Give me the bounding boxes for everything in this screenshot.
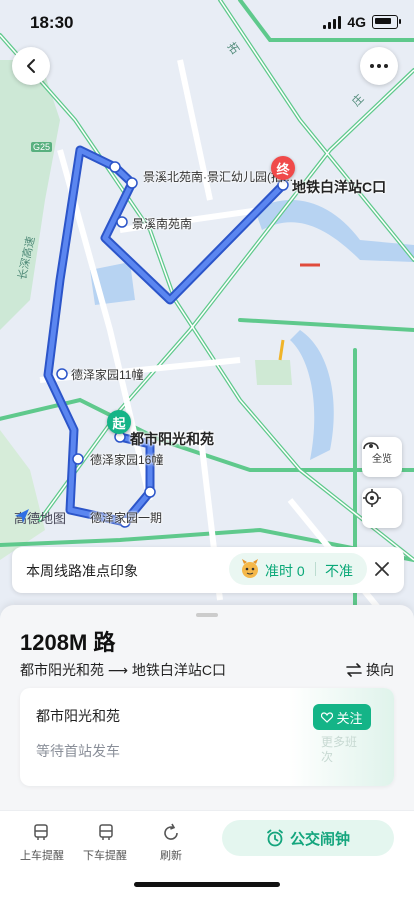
board-alert-label: 上车提醒	[20, 850, 64, 862]
stop-label-jingxi-south[interactable]: 景溪南苑南	[132, 215, 192, 232]
late-option[interactable]: 不准	[325, 561, 353, 581]
amap-logo-icon	[15, 509, 29, 523]
back-button[interactable]	[12, 47, 50, 85]
on-time-option[interactable]: 准时 0	[265, 561, 305, 581]
status-time: 18:30	[30, 13, 74, 32]
swap-label: 换向	[366, 662, 394, 678]
alight-alert-button[interactable]: 下车提醒	[75, 823, 135, 863]
map-view[interactable]: 景溪北苑南·景汇幼儿园(招... 景溪南苑南 地铁白洋站C口 德泽家园11幢 都…	[0, 0, 414, 610]
route-direction: 都市阳光和苑 ⟶ 地铁白洋站C口	[20, 660, 226, 680]
locate-icon	[363, 489, 381, 507]
end-marker[interactable]: 终	[271, 156, 295, 180]
punctuality-rating-bar: 本周线路准点印象 准时 0 不准	[12, 547, 404, 593]
refresh-icon	[164, 823, 178, 840]
route-to: 地铁白洋站C口	[131, 662, 226, 678]
status-indicators: 4G	[323, 14, 401, 30]
board-alert-button[interactable]: 上车提醒	[12, 823, 72, 863]
bus-alarm-label: 公交闹钟	[289, 830, 350, 848]
refresh-button[interactable]: 刷新	[141, 823, 201, 863]
heart-icon	[321, 711, 334, 723]
close-icon[interactable]	[372, 559, 392, 579]
panorama-icon	[363, 442, 379, 450]
home-indicator[interactable]	[134, 882, 280, 887]
refresh-label: 刷新	[160, 850, 182, 862]
divider	[315, 562, 316, 576]
rating-pill: 准时 0 不准	[229, 553, 367, 585]
current-stop: 都市阳光和苑	[36, 708, 120, 724]
rating-title: 本周线路准点印象	[26, 563, 138, 579]
follow-label: 关注	[336, 710, 363, 726]
swap-icon	[346, 663, 362, 677]
route-name: 1208M 路	[20, 630, 116, 655]
mascot-icon	[242, 559, 258, 578]
more-dots-icon	[370, 64, 388, 68]
stop-label-start[interactable]: 都市阳光和苑	[130, 429, 214, 449]
highway-shield: G25	[31, 142, 53, 152]
alarm-clock-icon	[267, 829, 283, 847]
start-marker[interactable]: 起	[107, 410, 131, 434]
swap-direction-button[interactable]: 换向	[346, 660, 394, 680]
drag-handle[interactable]	[196, 613, 218, 617]
bus-board-icon	[34, 824, 48, 840]
stop-label-end[interactable]: 地铁白洋站C口	[292, 177, 386, 197]
bus-alarm-button[interactable]: 公交闹钟	[222, 820, 394, 856]
route-from: 都市阳光和苑	[20, 662, 104, 678]
stop-label-deze-16[interactable]: 德泽家园16幢	[90, 451, 163, 468]
stop-status-card: 都市阳光和苑 等待首站发车 关注 更多班次	[20, 688, 394, 786]
map-watermark: 高德地图	[14, 508, 66, 527]
locate-button[interactable]	[362, 488, 402, 528]
stop-label-deze-phase1[interactable]: 德泽家园一期	[90, 509, 162, 526]
chevron-left-icon	[27, 59, 35, 73]
alight-alert-label: 下车提醒	[83, 850, 127, 862]
battery-icon	[372, 15, 401, 29]
network-type: 4G	[347, 14, 366, 30]
status-bar: 18:30 4G	[0, 0, 414, 46]
bus-status: 等待首站发车	[36, 743, 120, 759]
panorama-button[interactable]: 全览	[362, 437, 402, 477]
more-times-button[interactable]: 更多班次	[321, 735, 361, 765]
bus-alight-icon	[99, 824, 113, 840]
stop-label-deze-11[interactable]: 德泽家园11幢	[71, 366, 143, 383]
arrow-right-icon: ⟶	[107, 662, 132, 678]
signal-icon	[323, 15, 342, 29]
more-button[interactable]	[360, 47, 398, 85]
follow-button[interactable]: 关注	[313, 704, 371, 730]
